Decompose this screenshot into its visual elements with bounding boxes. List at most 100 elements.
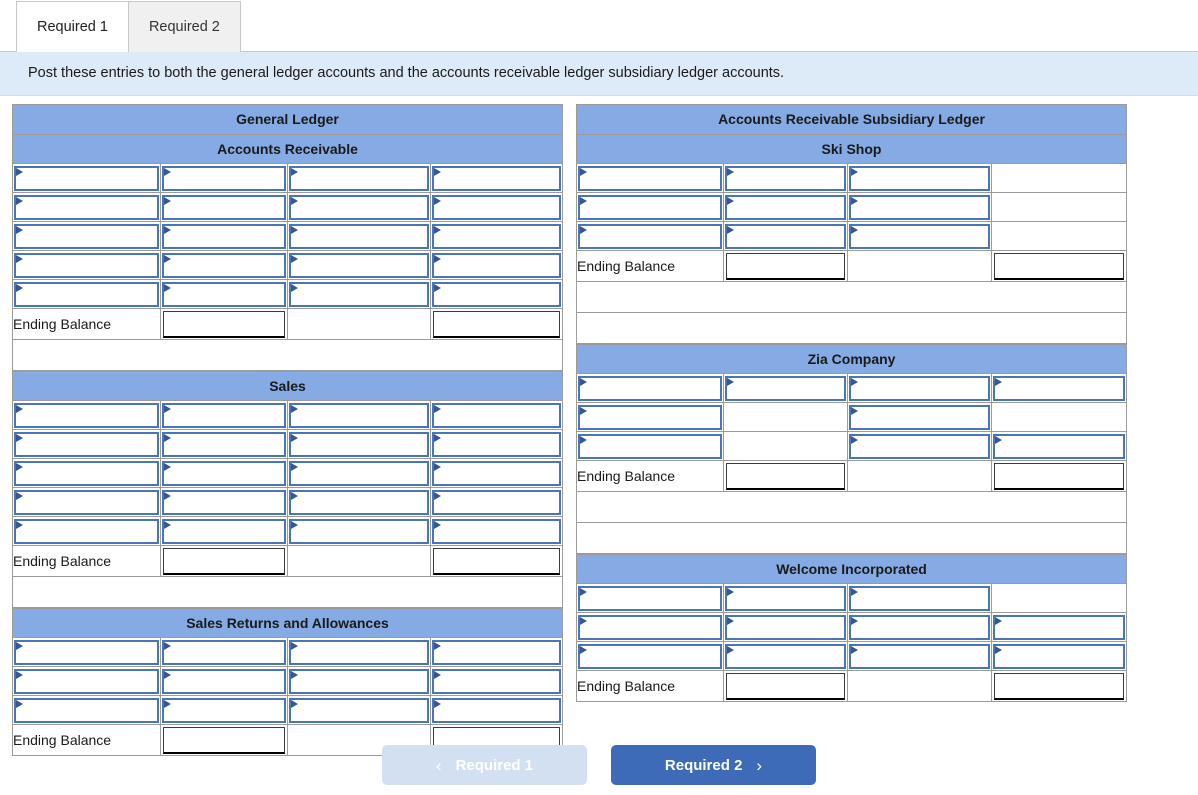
entry-cell[interactable] <box>287 279 431 310</box>
ledger-input-accounts-receivable-r1-c1[interactable] <box>14 165 159 191</box>
ending-balance-cell[interactable] <box>429 308 564 341</box>
ledger-input-ski-shop-r2-c1[interactable] <box>578 194 722 220</box>
ledger-input-ski-shop-r1-c2[interactable] <box>725 165 846 191</box>
ledger-input-sales-r4-c4[interactable] <box>432 489 562 515</box>
ledger-input-accounts-receivable-r2-c2[interactable] <box>162 194 286 220</box>
ledger-input-accounts-receivable-r1-c3[interactable] <box>289 165 429 191</box>
entry-cell[interactable] <box>160 458 288 489</box>
entry-cell[interactable] <box>723 163 848 194</box>
entry-cell[interactable] <box>429 429 564 460</box>
entry-cell[interactable] <box>429 279 564 310</box>
entry-cell[interactable] <box>429 487 564 518</box>
ledger-input-sales-r1-c4[interactable] <box>432 402 562 428</box>
ledger-input-zia-company-r2-c1[interactable] <box>578 404 722 430</box>
ledger-input-zia-company-r3-c3[interactable] <box>849 433 990 459</box>
entry-cell[interactable] <box>847 612 992 643</box>
entry-cell[interactable] <box>12 458 161 489</box>
ledger-input-sales-returns-and-allowances-r2-c2[interactable] <box>162 668 286 694</box>
entry-cell[interactable] <box>160 637 288 668</box>
ledger-input-accounts-receivable-r2-c1[interactable] <box>14 194 159 220</box>
entry-cell[interactable] <box>990 612 1128 643</box>
tab-required-2[interactable]: Required 2 <box>127 1 241 52</box>
entry-cell[interactable] <box>429 516 564 547</box>
ledger-input-ski-shop-r3-c3[interactable] <box>849 223 990 249</box>
ending-balance-cell[interactable] <box>723 670 848 703</box>
entry-cell[interactable] <box>12 516 161 547</box>
ledger-input-sales-r4-c1[interactable] <box>14 489 159 515</box>
entry-cell[interactable] <box>12 221 161 252</box>
entry-cell[interactable] <box>12 637 161 668</box>
ending-balance-input-sales-c2[interactable] <box>163 547 285 575</box>
entry-cell[interactable] <box>723 221 848 252</box>
entry-cell[interactable] <box>287 695 431 726</box>
ledger-input-sales-r5-c1[interactable] <box>14 518 159 544</box>
ledger-input-ski-shop-r2-c3[interactable] <box>849 194 990 220</box>
entry-cell[interactable] <box>160 487 288 518</box>
entry-cell[interactable] <box>847 402 992 433</box>
ending-balance-cell[interactable] <box>723 250 848 283</box>
ledger-input-accounts-receivable-r4-c3[interactable] <box>289 252 429 278</box>
ledger-input-sales-returns-and-allowances-r1-c2[interactable] <box>162 639 286 665</box>
ledger-input-sales-returns-and-allowances-r1-c3[interactable] <box>289 639 429 665</box>
ledger-input-sales-returns-and-allowances-r3-c3[interactable] <box>289 697 429 723</box>
ledger-input-accounts-receivable-r2-c4[interactable] <box>432 194 562 220</box>
ending-balance-input-sales-c4[interactable] <box>433 547 561 575</box>
ledger-input-welcome-incorporated-r3-c2[interactable] <box>725 643 846 669</box>
entry-cell[interactable] <box>430 695 563 726</box>
entry-cell[interactable] <box>723 583 848 614</box>
tab-required-1[interactable]: Required 1 <box>16 1 129 52</box>
entry-cell[interactable] <box>12 279 161 310</box>
next-required-2-button[interactable]: Required 2 › <box>611 745 816 785</box>
ledger-input-welcome-incorporated-r2-c4[interactable] <box>993 614 1126 640</box>
entry-cell[interactable] <box>847 583 992 614</box>
ending-balance-cell[interactable] <box>990 460 1128 493</box>
entry-cell[interactable] <box>990 641 1128 672</box>
entry-cell[interactable] <box>576 402 724 433</box>
entry-cell[interactable] <box>723 641 848 672</box>
entry-cell[interactable] <box>12 250 161 281</box>
ledger-input-sales-r3-c1[interactable] <box>14 460 159 486</box>
ledger-input-accounts-receivable-r2-c3[interactable] <box>289 194 429 220</box>
ledger-input-sales-returns-and-allowances-r1-c4[interactable] <box>432 639 561 665</box>
entry-cell[interactable] <box>847 221 992 252</box>
ending-balance-input-welcome-incorporated-c2[interactable] <box>726 672 845 700</box>
ledger-input-ski-shop-r3-c1[interactable] <box>578 223 722 249</box>
ending-balance-input-zia-company-c4[interactable] <box>994 462 1125 490</box>
previous-required-1-button[interactable]: ‹ Required 1 <box>382 745 587 785</box>
entry-cell[interactable] <box>576 431 724 462</box>
ledger-input-welcome-incorporated-r3-c3[interactable] <box>849 643 990 669</box>
entry-cell[interactable] <box>847 373 992 404</box>
ledger-input-ski-shop-r2-c2[interactable] <box>725 194 846 220</box>
ledger-input-welcome-incorporated-r1-c1[interactable] <box>578 585 722 611</box>
ledger-input-sales-r5-c4[interactable] <box>432 518 562 544</box>
entry-cell[interactable] <box>990 373 1128 404</box>
ledger-input-zia-company-r1-c4[interactable] <box>993 375 1126 401</box>
ledger-input-sales-returns-and-allowances-r2-c4[interactable] <box>432 668 561 694</box>
ledger-input-sales-returns-and-allowances-r1-c1[interactable] <box>14 639 159 665</box>
entry-cell[interactable] <box>287 250 431 281</box>
entry-cell[interactable] <box>160 429 288 460</box>
entry-cell[interactable] <box>12 487 161 518</box>
ledger-input-accounts-receivable-r3-c3[interactable] <box>289 223 429 249</box>
ledger-input-sales-returns-and-allowances-r2-c1[interactable] <box>14 668 159 694</box>
entry-cell[interactable] <box>160 279 288 310</box>
entry-cell[interactable] <box>287 429 431 460</box>
entry-cell[interactable] <box>287 192 431 223</box>
ledger-input-sales-r4-c3[interactable] <box>289 489 429 515</box>
entry-cell[interactable] <box>287 163 431 194</box>
entry-cell[interactable] <box>429 400 564 431</box>
entry-cell[interactable] <box>847 192 992 223</box>
entry-cell[interactable] <box>12 695 161 726</box>
ending-balance-cell[interactable] <box>160 308 288 341</box>
ledger-input-accounts-receivable-r1-c2[interactable] <box>162 165 286 191</box>
entry-cell[interactable] <box>160 192 288 223</box>
ending-balance-input-accounts-receivable-c4[interactable] <box>433 310 561 338</box>
ledger-input-sales-r2-c3[interactable] <box>289 431 429 457</box>
ledger-input-welcome-incorporated-r2-c1[interactable] <box>578 614 722 640</box>
ledger-input-sales-r3-c2[interactable] <box>162 460 286 486</box>
entry-cell[interactable] <box>160 666 288 697</box>
ledger-input-sales-r2-c2[interactable] <box>162 431 286 457</box>
entry-cell[interactable] <box>160 400 288 431</box>
entry-cell[interactable] <box>430 666 563 697</box>
ledger-input-zia-company-r3-c1[interactable] <box>578 433 722 459</box>
